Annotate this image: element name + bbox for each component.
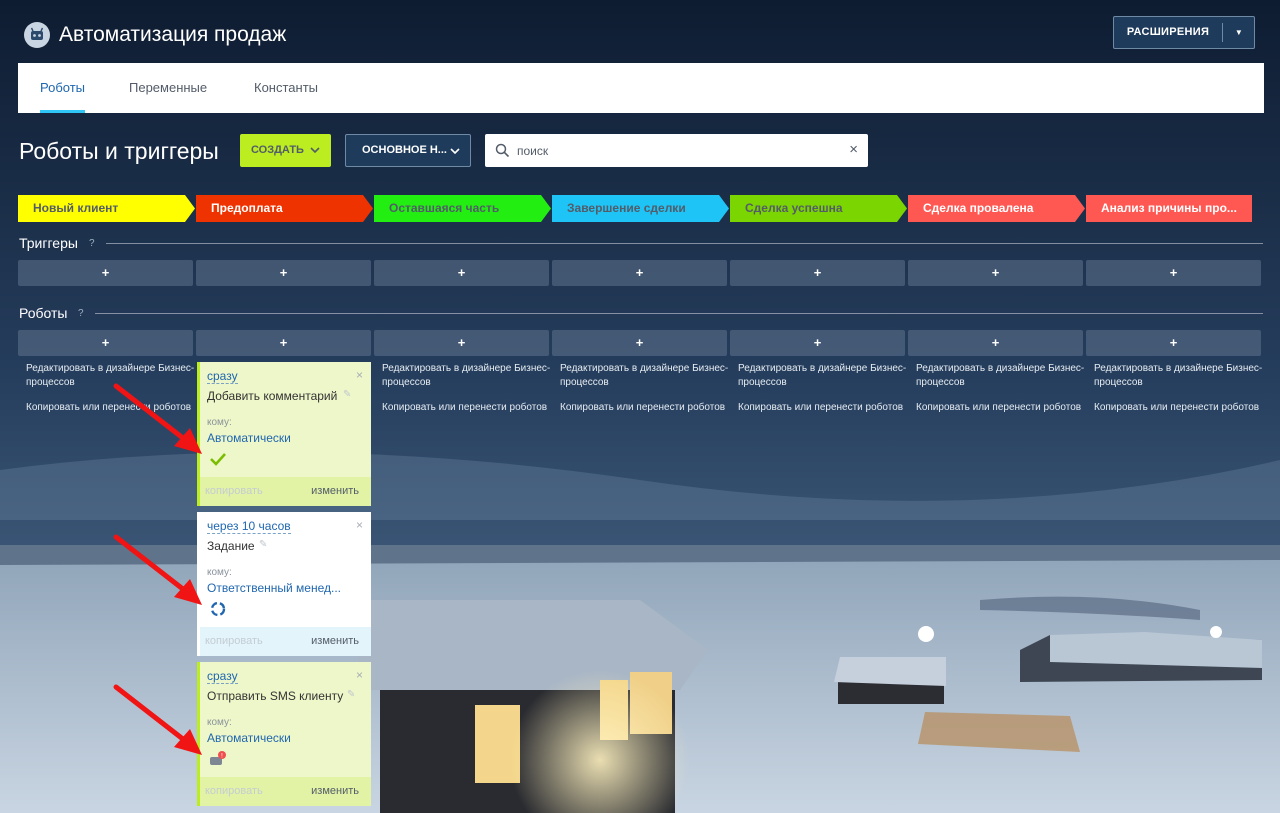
app-title: Автоматизация продаж <box>59 23 287 46</box>
sms-error-icon: ! <box>210 751 226 765</box>
chevron-down-icon <box>310 147 320 154</box>
chevron-down-icon[interactable]: ▼ <box>1232 17 1246 48</box>
add-trigger-button-2[interactable]: + <box>196 260 371 286</box>
edit-in-designer-link[interactable]: Редактировать в дизайнере Бизнес-процесс… <box>738 362 908 390</box>
copy-move-robots-link[interactable]: Копировать или перенести роботов <box>26 401 202 415</box>
tab-variables[interactable]: Переменные <box>129 63 207 113</box>
robot-recipient-value[interactable]: Ответственный менед... <box>207 581 341 595</box>
stage-1[interactable]: Новый клиент <box>18 195 195 222</box>
close-icon[interactable]: × <box>356 668 363 682</box>
edit-in-designer-link[interactable]: Редактировать в дизайнере Бизнес-процесс… <box>560 362 730 390</box>
edit-robot-link[interactable]: изменить <box>311 485 359 497</box>
robot-name: Отправить SMS клиенту <box>207 689 344 703</box>
search-field[interactable]: × <box>485 134 868 167</box>
robot-logo-icon <box>24 22 50 48</box>
copy-move-robots-link[interactable]: Копировать или перенести роботов <box>738 401 914 415</box>
edit-in-designer-link[interactable]: Редактировать в дизайнере Бизнес-процесс… <box>1094 362 1264 390</box>
stage-2[interactable]: Предоплата <box>196 195 373 222</box>
create-label: СОЗДАТЬ <box>250 144 304 156</box>
page-title: Роботы и триггеры <box>19 138 219 164</box>
edit-robot-link[interactable]: изменить <box>311 785 359 797</box>
robot-card-footer: копировать изменить <box>200 777 371 806</box>
robot-recipient-label: кому: <box>207 567 232 578</box>
copy-robot-link[interactable]: копировать <box>205 485 263 497</box>
robot-name: Задание <box>207 539 255 553</box>
tabs-bar: Роботы Переменные Константы <box>18 63 1264 113</box>
add-robot-button-2[interactable]: + <box>196 330 371 356</box>
robot-card-footer: копировать изменить <box>200 627 371 656</box>
in-progress-icon <box>210 601 226 617</box>
robots-section-title: Роботы <box>19 305 68 321</box>
add-trigger-button-4[interactable]: + <box>552 260 727 286</box>
stage-6[interactable]: Сделка провалена <box>908 195 1085 222</box>
robots-help-icon[interactable]: ? <box>78 308 84 320</box>
add-robot-button-7[interactable]: + <box>1086 330 1261 356</box>
copy-move-robots-link[interactable]: Копировать или перенести роботов <box>382 401 558 415</box>
add-trigger-button-1[interactable]: + <box>18 260 193 286</box>
tab-constants[interactable]: Константы <box>254 63 318 113</box>
robot-delay-link[interactable]: сразу <box>207 369 238 384</box>
triggers-divider <box>106 243 1263 244</box>
copy-move-robots-link[interactable]: Копировать или перенести роботов <box>916 401 1092 415</box>
done-check-icon <box>210 453 226 466</box>
extensions-label: РАСШИРЕНИЯ <box>1126 26 1210 38</box>
add-trigger-button-3[interactable]: + <box>374 260 549 286</box>
stage-3[interactable]: Оставшаяся часть <box>374 195 551 222</box>
pencil-icon[interactable]: ✎ <box>259 539 267 550</box>
copy-robot-link[interactable]: копировать <box>205 785 263 797</box>
add-robot-button-1[interactable]: + <box>18 330 193 356</box>
robot-card[interactable]: сразу × Добавить комментарий ✎ кому: Авт… <box>197 362 371 506</box>
close-icon[interactable]: × <box>356 368 363 382</box>
robot-recipient-value[interactable]: Автоматически <box>207 431 291 445</box>
robot-recipient-value[interactable]: Автоматически <box>207 731 291 745</box>
add-robot-button-3[interactable]: + <box>374 330 549 356</box>
extensions-divider <box>1222 23 1223 42</box>
stage-7[interactable]: Анализ причины про... <box>1086 195 1252 222</box>
copy-robot-link[interactable]: копировать <box>205 635 263 647</box>
edit-robot-link[interactable]: изменить <box>311 635 359 647</box>
robot-delay-link[interactable]: через 10 часов <box>207 519 291 534</box>
filter-preset-label: ОСНОВНОЕ Н... <box>362 144 447 156</box>
tab-robots[interactable]: Роботы <box>40 63 86 113</box>
close-icon[interactable]: × <box>356 518 363 532</box>
clear-search-icon[interactable]: × <box>849 141 858 159</box>
filter-preset-button[interactable]: ОСНОВНОЕ Н... <box>345 134 471 167</box>
app-header: Автоматизация продаж РАСШИРЕНИЯ ▼ <box>0 0 1280 63</box>
add-robot-button-6[interactable]: + <box>908 330 1083 356</box>
robot-card[interactable]: сразу × Отправить SMS клиенту ✎ кому: Ав… <box>197 662 371 806</box>
triggers-help-icon[interactable]: ? <box>89 238 95 250</box>
robot-name: Добавить комментарий <box>207 389 338 403</box>
pencil-icon[interactable]: ✎ <box>343 389 351 400</box>
robot-card-footer: копировать изменить <box>200 477 371 506</box>
robot-card[interactable]: через 10 часов × Задание ✎ кому: Ответст… <box>197 512 371 656</box>
search-input[interactable] <box>517 140 827 161</box>
triggers-section-title: Триггеры <box>19 235 78 251</box>
robot-recipient-label: кому: <box>207 417 232 428</box>
robot-recipient-label: кому: <box>207 717 232 728</box>
edit-in-designer-link[interactable]: Редактировать в дизайнере Бизнес-процесс… <box>916 362 1086 390</box>
copy-move-robots-link[interactable]: Копировать или перенести роботов <box>560 401 736 415</box>
robot-delay-link[interactable]: сразу <box>207 669 238 684</box>
stage-5[interactable]: Сделка успешна <box>730 195 907 222</box>
search-icon <box>495 143 510 158</box>
chevron-down-icon <box>450 148 460 155</box>
pencil-icon[interactable]: ✎ <box>347 689 355 700</box>
robots-divider <box>95 313 1263 314</box>
add-trigger-button-6[interactable]: + <box>908 260 1083 286</box>
create-button[interactable]: СОЗДАТЬ <box>240 134 331 167</box>
edit-in-designer-link[interactable]: Редактировать в дизайнере Бизнес-процесс… <box>382 362 552 390</box>
add-trigger-button-7[interactable]: + <box>1086 260 1261 286</box>
edit-in-designer-link[interactable]: Редактировать в дизайнере Бизнес-процесс… <box>26 362 196 390</box>
add-robot-button-5[interactable]: + <box>730 330 905 356</box>
extensions-button[interactable]: РАСШИРЕНИЯ ▼ <box>1113 16 1255 49</box>
add-robot-button-4[interactable]: + <box>552 330 727 356</box>
copy-move-robots-link[interactable]: Копировать или перенести роботов <box>1094 401 1270 415</box>
stage-4[interactable]: Завершение сделки <box>552 195 729 222</box>
add-trigger-button-5[interactable]: + <box>730 260 905 286</box>
